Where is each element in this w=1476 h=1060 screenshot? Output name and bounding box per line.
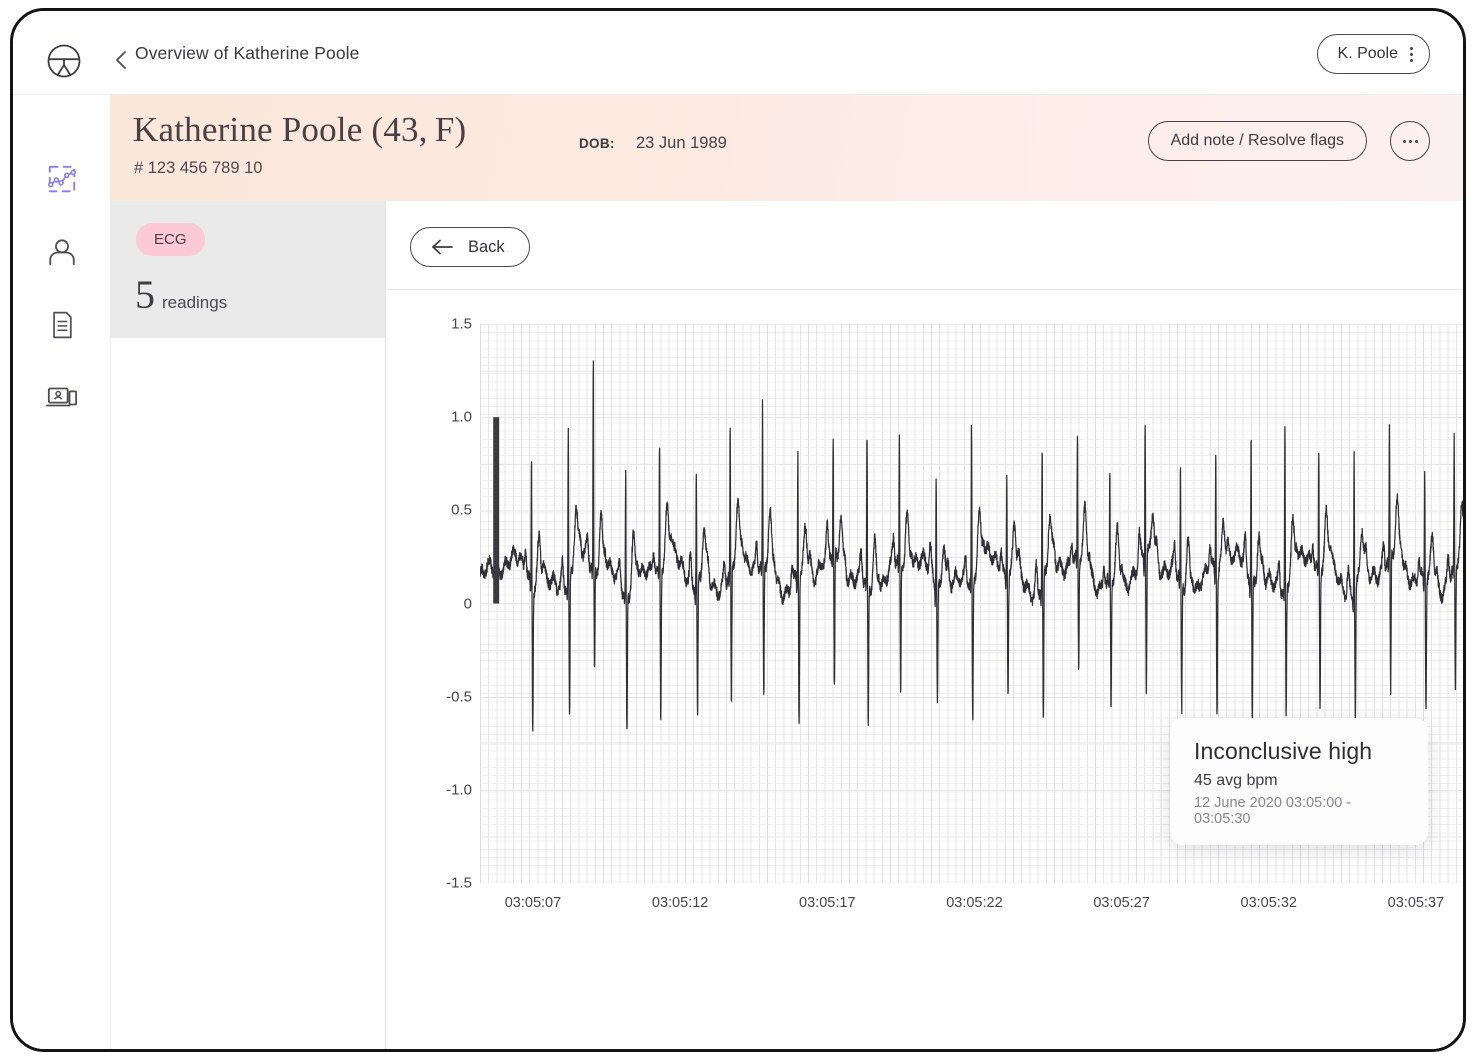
ecg-trace (480, 360, 1463, 732)
status-badge: ECG (136, 223, 205, 256)
sidebar-item-vitals-chart[interactable] (43, 161, 81, 199)
banner-more-options-button[interactable] (1390, 121, 1430, 161)
patient-banner: Katherine Poole (43, F) # 123 456 789 10… (111, 95, 1463, 201)
sidebar-item-documents[interactable] (43, 306, 81, 344)
chart-pane: Back 1.5 1.0 0.5 0 -0.5 -1.0 -1.5 03:05:07 03:0… (385, 201, 1463, 1049)
dob-label: DOB: (579, 136, 615, 151)
reading-count-number: 5 (135, 272, 155, 317)
reading-count-unit: readings (162, 293, 228, 312)
x-axis-tick: 03:05:22 (946, 895, 1003, 911)
breadcrumb-back-chevron-icon[interactable] (111, 47, 133, 73)
app-window: Overview of Katherine Poole K. Poole Kat… (10, 8, 1466, 1052)
reading-card-ecg[interactable]: ECG 5 readings (111, 201, 396, 338)
y-axis-tick: -0.5 (446, 688, 472, 706)
document-icon (53, 311, 72, 339)
tooltip-range: 12 June 2020 03:05:00 - 03:05:30 (1194, 795, 1352, 827)
tooltip-title: Inconclusive high (1194, 738, 1373, 764)
breadcrumb[interactable]: Overview of Katherine Poole (135, 43, 359, 64)
user-menu-chip[interactable]: K. Poole (1316, 34, 1430, 74)
y-axis: 1.5 1.0 0.5 0 -0.5 -1.0 -1.5 (386, 290, 480, 892)
ecg-chart: 1.5 1.0 0.5 0 -0.5 -1.0 -1.5 03:05:07 03:05:12 0… (386, 290, 1463, 1049)
reading-count: 5 readings (135, 271, 227, 318)
x-axis-tick: 03:05:37 (1387, 895, 1445, 911)
person-icon (49, 239, 75, 266)
back-button-label: Back (468, 237, 505, 256)
y-axis-tick: -1.5 (446, 874, 472, 892)
sidebar-item-telehealth[interactable] (43, 378, 81, 416)
back-button[interactable]: Back (410, 227, 530, 267)
calibration-pulse (493, 417, 500, 604)
sidebar-item-patient-profile[interactable] (43, 233, 81, 271)
add-note-resolve-flags-button[interactable]: Add note / Resolve flags (1147, 121, 1367, 161)
y-axis-tick: 1.5 (451, 315, 472, 333)
top-bar: Overview of Katherine Poole K. Poole (13, 11, 1463, 95)
y-axis-tick: -1.0 (446, 781, 472, 799)
x-axis-tick: 03:05:07 (504, 895, 562, 911)
user-chip-label: K. Poole (1337, 45, 1398, 62)
video-consult-icon (46, 387, 78, 407)
patient-id: # 123 456 789 10 (134, 159, 263, 177)
x-axis-tick: 03:05:12 (651, 895, 709, 911)
kebab-horizontal-icon (1402, 139, 1418, 143)
y-axis-tick: 1.0 (451, 408, 472, 426)
x-axis-tick: 03:05:32 (1240, 895, 1297, 911)
x-axis-tick: 03:05:17 (799, 895, 856, 911)
page-title: Katherine Poole (43, F) (133, 110, 467, 149)
reading-tooltip: Inconclusive high 45 avg bpm 12 June 202… (1170, 718, 1428, 845)
readings-list: ECG 5 readings (111, 201, 396, 1049)
line-chart-icon (47, 165, 77, 193)
dob-value: 23 Jun 1989 (636, 134, 727, 152)
y-axis-tick: 0.5 (451, 501, 472, 519)
tooltip-subtitle: 45 avg bpm (1194, 772, 1278, 789)
y-axis-tick: 0 (463, 595, 472, 612)
x-axis-tick: 03:05:27 (1093, 895, 1150, 911)
arrow-left-icon (432, 239, 453, 255)
kebab-vertical-icon[interactable] (1410, 46, 1413, 62)
anatomy-circle-logo-icon[interactable] (46, 43, 82, 79)
x-axis: 03:05:07 03:05:12 03:05:17 03:05:22 03:05:27… (480, 883, 1463, 929)
sidebar-rail (13, 95, 111, 1049)
